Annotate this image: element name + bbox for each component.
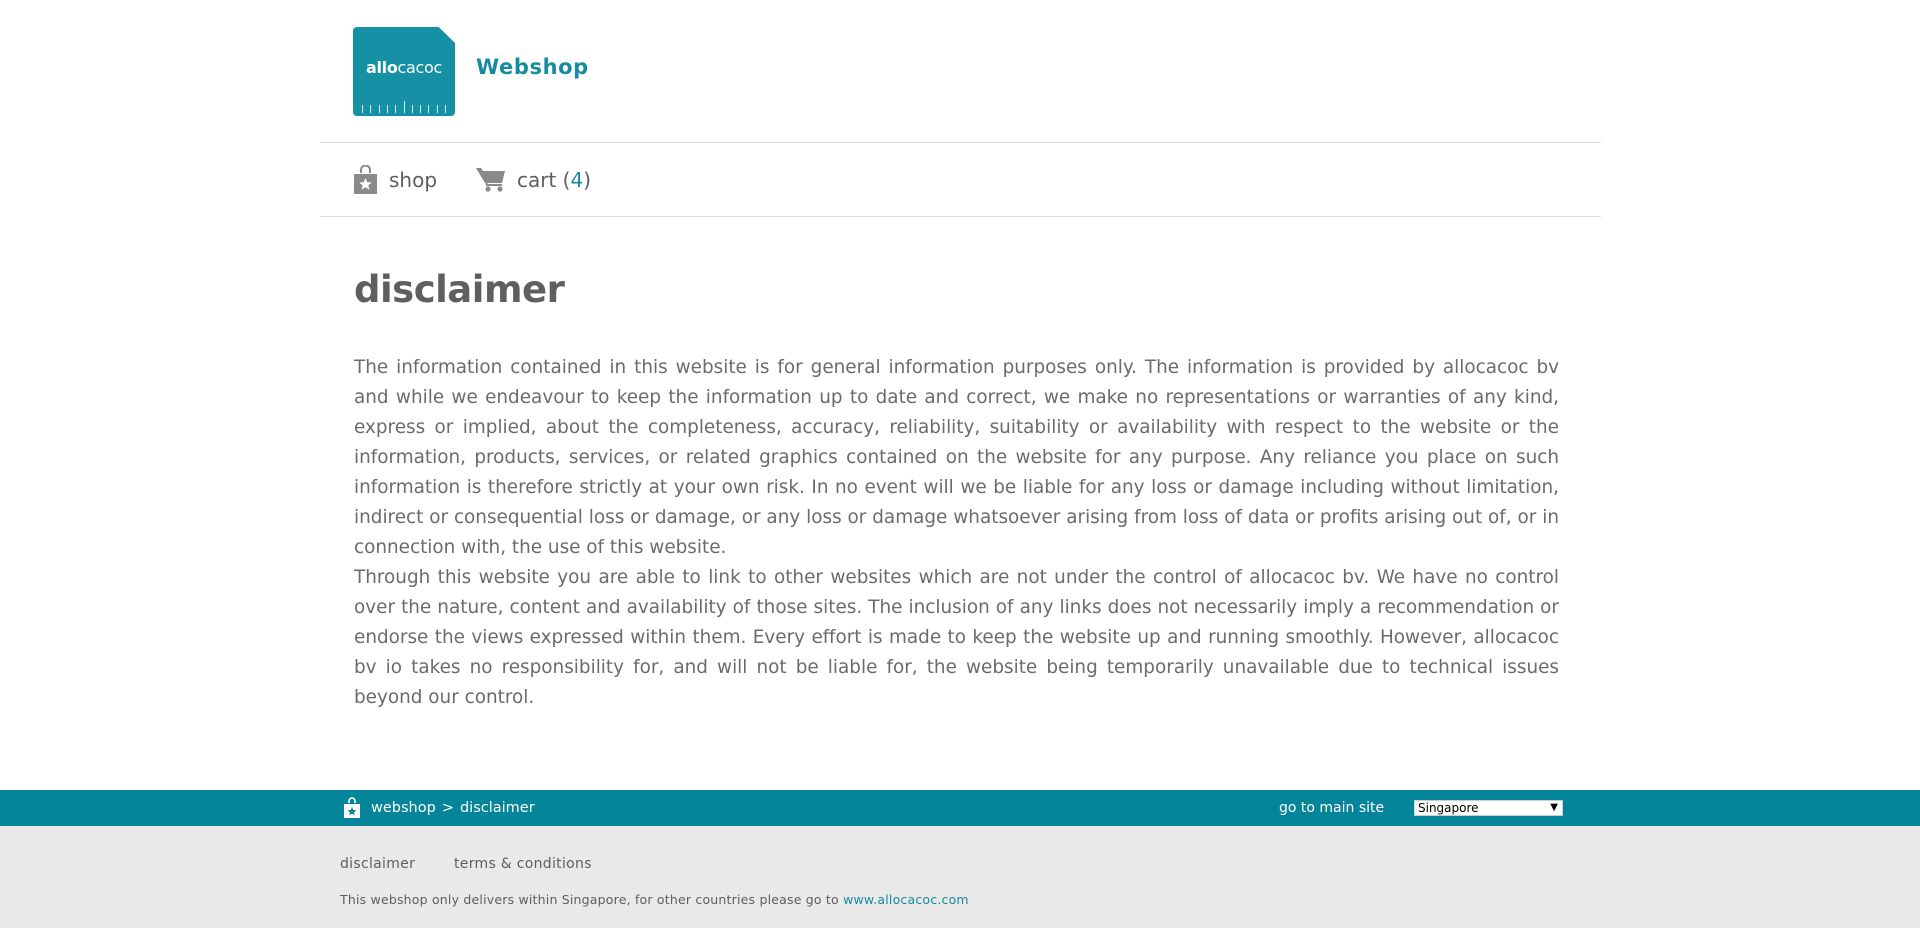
logo-ruler-tick (411, 105, 413, 113)
logo-text: allocacoc (365, 58, 443, 77)
footer-link-disclaimer[interactable]: disclaimer (340, 856, 415, 872)
disclaimer-paragraph: Through this website you are able to lin… (354, 567, 1559, 708)
breadcrumb-separator: > (441, 800, 454, 816)
webshop-title[interactable]: Webshop (476, 55, 589, 79)
nav-shop-label: shop (389, 167, 438, 192)
country-select[interactable]: Singapore ▼ (1414, 800, 1563, 816)
logo-ruler-tick (420, 105, 422, 113)
nav-cart-label: cart ( (517, 167, 571, 192)
logo-ruler-tick (436, 105, 438, 113)
logo-ruler-tick (395, 105, 397, 113)
disclaimer-paragraph: The information contained in this websit… (354, 357, 1559, 558)
footer-link-terms[interactable]: terms & conditions (454, 856, 592, 872)
main-site-url-link[interactable]: www.allocacoc.com (843, 892, 969, 907)
breadcrumb-webshop-link[interactable]: webshop (371, 800, 436, 816)
nav-shop-link[interactable]: shop (353, 143, 437, 216)
logo-ruler-tick (445, 105, 446, 113)
shopping-cart-icon (476, 166, 506, 193)
breadcrumb-current: disclaimer (459, 800, 535, 816)
logo-ruler-tick (428, 105, 430, 113)
country-select-value: Singapore (1418, 801, 1479, 815)
breadcrumb: webshop > disclaimer (343, 790, 535, 826)
logo-ruler-decoration (362, 101, 446, 113)
logo-ruler-tick (403, 101, 405, 113)
chevron-down-icon: ▼ (1550, 802, 1558, 813)
nav-cart-link[interactable]: cart (4) (476, 143, 591, 216)
logo-ruler-tick (370, 105, 372, 113)
logo-ruler-tick (386, 105, 388, 113)
delivery-note: This webshop only delivers within Singap… (340, 892, 969, 907)
page-title: disclaimer (354, 268, 565, 311)
cart-count: 4 (570, 167, 584, 192)
shopping-bag-star-icon (353, 164, 378, 195)
delivery-note-text: This webshop only delivers within Singap… (340, 892, 844, 907)
shopping-bag-star-icon (343, 797, 361, 819)
go-to-main-site-link[interactable]: go to main site (1279, 790, 1384, 826)
logo-ruler-tick (378, 105, 380, 113)
main-nav: shop cart (4) (320, 143, 1601, 217)
footer-bar: webshop > disclaimer go to main site Sin… (0, 790, 1920, 826)
cart-count-close: ) (583, 167, 592, 192)
site-footer: disclaimer terms & conditions This websh… (0, 826, 1920, 928)
site-header: allocacoc Webshop (320, 0, 1601, 143)
logo-ruler-tick (362, 105, 363, 113)
allocacoc-logo[interactable]: allocacoc (353, 27, 455, 116)
